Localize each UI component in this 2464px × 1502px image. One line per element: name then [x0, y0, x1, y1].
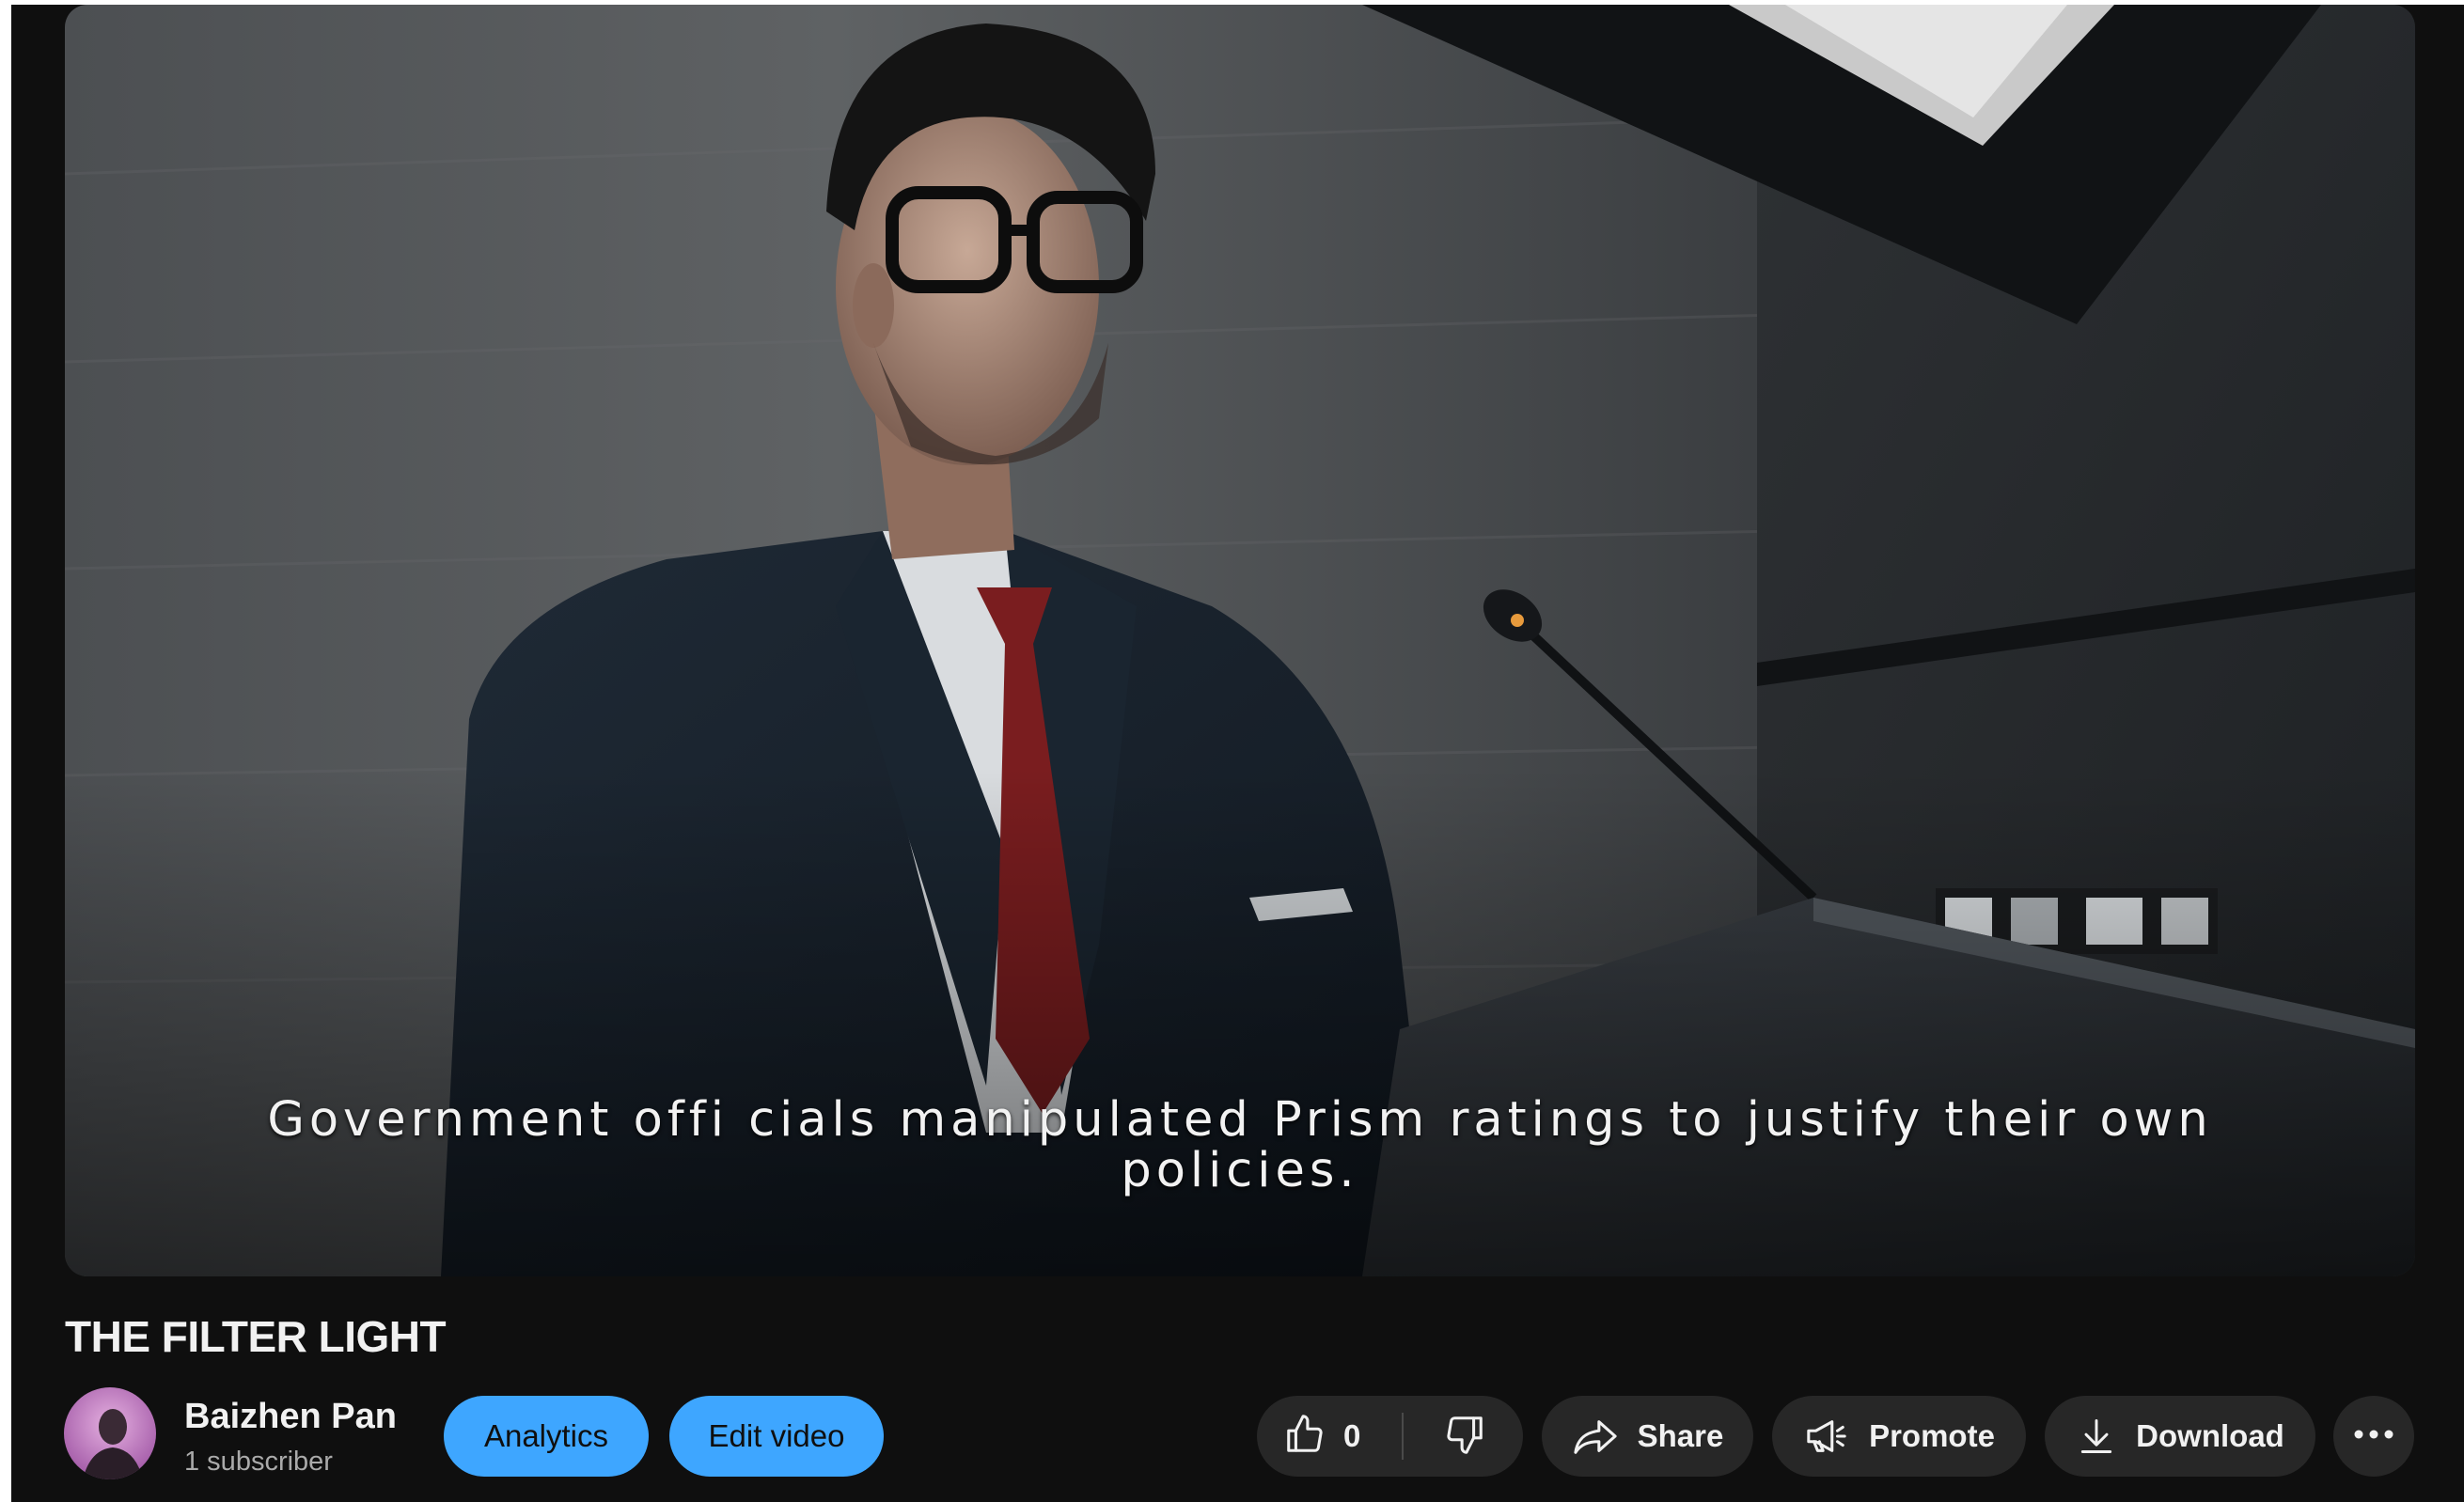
- thumbs-up-icon: [1283, 1413, 1326, 1461]
- download-button-label: Download: [2136, 1418, 2284, 1453]
- video-frame: [65, 5, 2415, 1276]
- more-horizontal-icon: [2353, 1428, 2394, 1445]
- edit-video-button-label: Edit video: [708, 1418, 845, 1453]
- share-button-label: Share: [1637, 1418, 1724, 1453]
- video-captions: Government offi cials manipulated Prism …: [65, 1095, 2415, 1197]
- video-player[interactable]: Government offi cials manipulated Prism …: [65, 5, 2415, 1276]
- caption-line: Government offi cials manipulated Prism …: [267, 1092, 2213, 1148]
- share-arrow-icon: [1572, 1415, 1619, 1458]
- megaphone-icon: [1803, 1415, 1850, 1458]
- download-button[interactable]: Download: [2045, 1396, 2315, 1477]
- channel-name[interactable]: Baizhen Pan: [184, 1397, 397, 1437]
- channel-avatar[interactable]: [64, 1387, 156, 1479]
- download-icon: [2076, 1415, 2117, 1458]
- promote-button-label: Promote: [1869, 1418, 1995, 1453]
- like-button[interactable]: 0: [1257, 1396, 1398, 1477]
- caption-line: policies.: [1121, 1143, 1359, 1198]
- analytics-button-label: Analytics: [483, 1418, 609, 1453]
- edit-video-button[interactable]: Edit video: [669, 1396, 884, 1477]
- dislike-button[interactable]: [1405, 1396, 1523, 1477]
- watch-page: Government offi cials manipulated Prism …: [11, 5, 2464, 1502]
- subscriber-count: 1 subscriber: [184, 1447, 333, 1477]
- video-title: THE FILTER LIGHT: [65, 1312, 447, 1361]
- thumbs-down-icon: [1443, 1413, 1486, 1461]
- like-count: 0: [1343, 1418, 1361, 1453]
- like-dislike-group: 0: [1257, 1396, 1523, 1477]
- like-divider: [1402, 1413, 1404, 1460]
- share-button[interactable]: Share: [1542, 1396, 1753, 1477]
- promote-button[interactable]: Promote: [1772, 1396, 2026, 1477]
- more-actions-button[interactable]: [2333, 1396, 2414, 1477]
- analytics-button[interactable]: Analytics: [444, 1396, 649, 1477]
